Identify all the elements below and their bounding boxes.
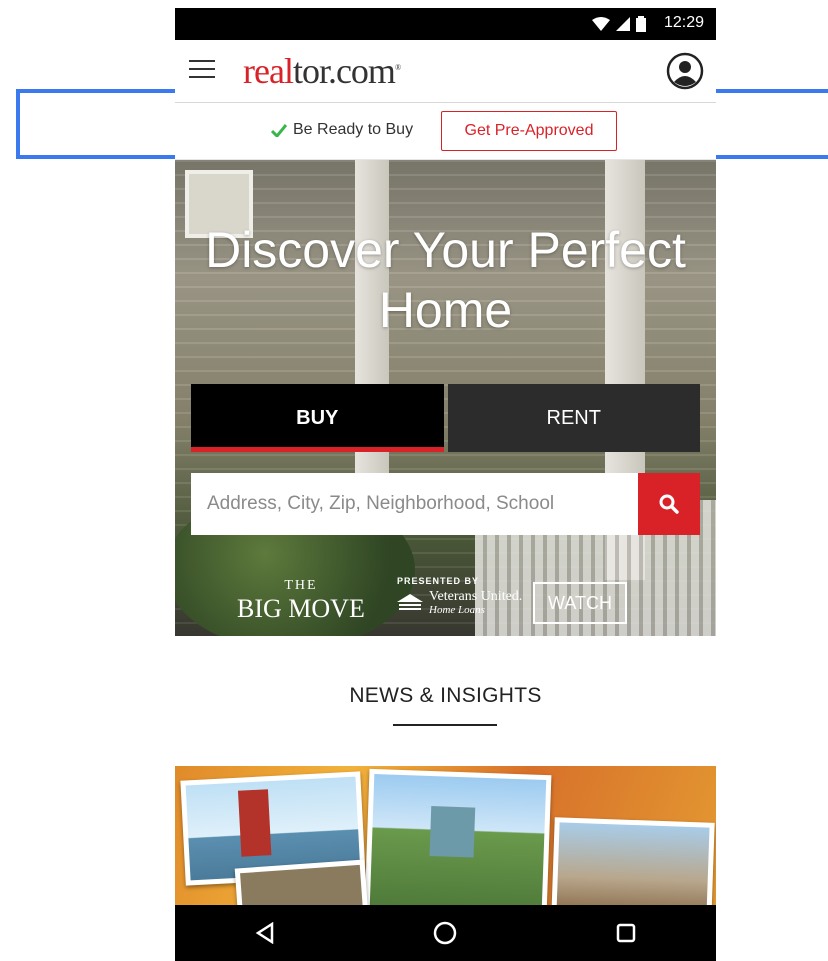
- presented-by-label: PRESENTED BY: [397, 576, 480, 586]
- get-pre-approved-button[interactable]: Get Pre-Approved: [441, 111, 617, 151]
- big-move-the: THE: [284, 578, 318, 593]
- veterans-united-logo: Veterans United. Home Loans: [397, 590, 522, 616]
- app-header: realtor.com®: [175, 40, 716, 103]
- big-move-logo[interactable]: THE BIG MOVE: [237, 578, 365, 624]
- android-nav-bar: [175, 905, 716, 961]
- sponsor-sub: Home Loans: [429, 604, 485, 616]
- tab-rent[interactable]: RENT: [447, 384, 700, 452]
- back-icon[interactable]: [245, 913, 285, 953]
- news-feature-image[interactable]: [175, 766, 716, 906]
- phone-screen: 12:29 realtor.com® Be Ready to Buy Get P…: [175, 0, 716, 961]
- tab-buy[interactable]: BUY: [191, 384, 444, 452]
- ready-to-buy: Be Ready to Buy: [271, 121, 413, 139]
- news-title-underline: [393, 724, 497, 726]
- ready-text: Be Ready to Buy: [293, 121, 414, 138]
- signal-icon: [616, 17, 630, 31]
- status-time: 12:29: [663, 14, 704, 31]
- house-flag-icon: [397, 594, 423, 610]
- news-section-title: NEWS & INSIGHTS: [349, 684, 542, 707]
- account-icon[interactable]: [666, 52, 704, 90]
- hero-section: Discover Your Perfect Home BUY RENT THE …: [175, 160, 716, 636]
- search-button[interactable]: [638, 473, 700, 535]
- search-bar: [191, 473, 700, 535]
- search-icon: [659, 494, 679, 514]
- sponsor-name: Veterans United.: [429, 589, 523, 604]
- watch-button[interactable]: WATCH: [533, 582, 627, 624]
- search-mode-tabs: BUY RENT: [191, 384, 700, 452]
- menu-icon[interactable]: [189, 60, 215, 80]
- logo-rest-text: tor.com: [292, 51, 396, 91]
- recents-icon[interactable]: [606, 913, 646, 953]
- logo-registered-mark: ®: [394, 63, 401, 72]
- realtor-logo[interactable]: realtor.com®: [243, 50, 401, 92]
- logo-red-text: real: [243, 51, 294, 91]
- search-input[interactable]: [191, 473, 638, 535]
- promo-bar: Be Ready to Buy Get Pre-Approved: [175, 103, 716, 160]
- big-move-title: BIG MOVE: [237, 594, 365, 623]
- home-icon[interactable]: [425, 913, 465, 953]
- checkmark-icon: [271, 123, 287, 137]
- status-bar: 12:29: [175, 8, 716, 40]
- wifi-icon: [592, 17, 610, 31]
- hero-headline: Discover Your Perfect Home: [205, 222, 686, 338]
- battery-icon: [636, 16, 646, 32]
